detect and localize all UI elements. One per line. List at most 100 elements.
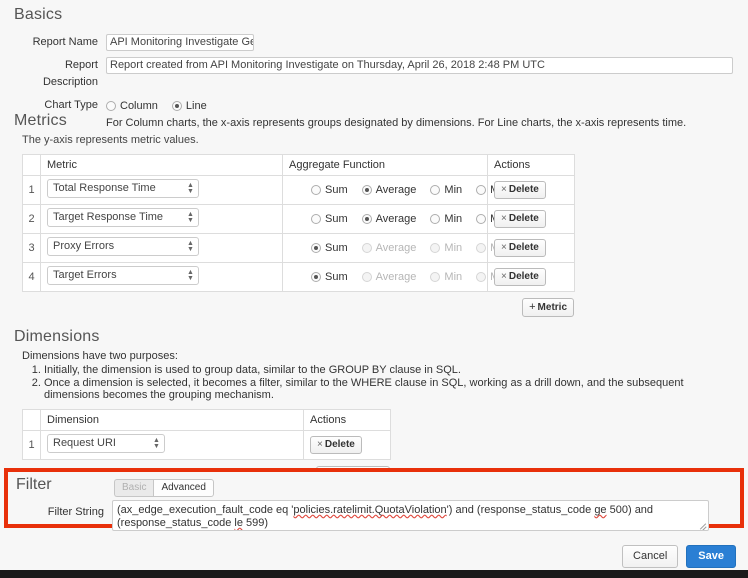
metric-select[interactable]: Total Response Time▲▼ (47, 179, 199, 198)
aggregate-label-average[interactable]: Average (376, 184, 417, 196)
report-name-row: Report Name API Monitoring Investigate G… (14, 34, 740, 51)
aggregate-label-sum[interactable]: Sum (325, 271, 348, 283)
aggregate-label-sum[interactable]: Sum (325, 242, 348, 254)
dimension-row-index: 1 (23, 431, 41, 460)
chevron-updown-icon: ▲▼ (187, 270, 194, 283)
filter-tab-advanced[interactable]: Advanced (153, 479, 213, 497)
metric-select-value: Target Response Time (53, 211, 163, 223)
filter-string-textarea[interactable]: (ax_edge_execution_fault_code eq 'polici… (112, 500, 709, 531)
metric-cell: Total Response Time▲▼ (41, 176, 283, 205)
metric-select[interactable]: Target Errors ▲▼ (47, 266, 199, 285)
aggregate-label-average: Average (376, 242, 417, 254)
metrics-header-row: Metric Aggregate Function Actions (23, 155, 575, 176)
metric-select-value: Target Errors (53, 269, 117, 281)
chevron-updown-icon: ▲▼ (187, 241, 194, 254)
chart-type-radio-line[interactable] (172, 101, 182, 111)
delete-metric-button[interactable]: ×Delete (494, 210, 546, 228)
actions-cell: ×Delete (488, 176, 575, 205)
add-metric-wrap: +Metric (14, 298, 574, 317)
chevron-updown-icon: ▲▼ (187, 212, 194, 225)
metric-row-index: 2 (23, 205, 41, 234)
aggregate-radio-max (476, 272, 486, 282)
delete-label: Delete (509, 213, 539, 224)
aggregate-radio-max[interactable] (476, 214, 486, 224)
dimension-select-value: Request URI (53, 437, 116, 449)
delete-dimension-button[interactable]: ×Delete (310, 436, 362, 454)
dimensions-col-actions: Actions (304, 410, 391, 431)
aggregate-label-sum[interactable]: Sum (325, 213, 348, 225)
table-row: 3Proxy Errors▲▼SumAverageMinMax×Delete (23, 234, 575, 263)
metrics-table: Metric Aggregate Function Actions 1Total… (22, 154, 575, 292)
dimensions-point: Once a dimension is selected, it becomes… (44, 377, 740, 401)
delete-metric-button[interactable]: ×Delete (494, 239, 546, 257)
filter-section: Filter Basic Advanced Filter String (ax_… (8, 472, 740, 524)
aggregate-radio-max (476, 243, 486, 253)
aggregate-radio-min[interactable] (430, 185, 440, 195)
metric-select[interactable]: Proxy Errors▲▼ (47, 237, 199, 256)
footer-actions: Cancel Save (622, 545, 736, 568)
metric-row-index: 4 (23, 263, 41, 292)
add-metric-button[interactable]: +Metric (522, 298, 574, 317)
dimension-cell: Request URI▲▼ (41, 431, 304, 460)
filter-string-label: Filter String (8, 500, 112, 520)
dimensions-points-list: Initially, the dimension is used to grou… (28, 364, 740, 401)
report-name-input[interactable]: API Monitoring Investigate Generat (106, 34, 254, 51)
delete-label: Delete (325, 439, 355, 450)
metric-cell: Target Errors ▲▼ (41, 263, 283, 292)
metric-select[interactable]: Target Response Time ▲▼ (47, 208, 199, 227)
delete-metric-button[interactable]: ×Delete (494, 181, 546, 199)
chart-type-label-column[interactable]: Column (120, 100, 158, 112)
report-description-label: Report Description (14, 57, 106, 91)
report-name-label: Report Name (14, 34, 106, 51)
filter-tab-basic[interactable]: Basic (114, 479, 153, 497)
filter-mode-tabs: Basic Advanced (114, 479, 214, 497)
dimension-select[interactable]: Request URI▲▼ (47, 434, 165, 453)
chart-type-radio-column[interactable] (106, 101, 116, 111)
filter-string-row: Filter String (ax_edge_execution_fault_c… (8, 500, 709, 531)
aggregate-radio-sum[interactable] (311, 272, 321, 282)
aggregate-label-min[interactable]: Min (444, 213, 462, 225)
aggregate-radio-sum[interactable] (311, 214, 321, 224)
table-row: 2Target Response Time▲▼SumAverageMinMax×… (23, 205, 575, 234)
report-editor-page: Basics Report Name API Monitoring Invest… (0, 0, 748, 578)
aggregate-radio-average (362, 243, 372, 253)
metrics-heading: Metrics (14, 112, 740, 130)
aggregate-label-average[interactable]: Average (376, 213, 417, 225)
aggregate-radio-sum[interactable] (311, 185, 321, 195)
aggregate-radio-average[interactable] (362, 214, 372, 224)
aggregate-radio-min[interactable] (430, 214, 440, 224)
filter-heading: Filter (16, 476, 52, 494)
dimensions-heading: Dimensions (14, 328, 740, 346)
dimensions-body: 1 Request URI▲▼ ×Delete (23, 431, 391, 460)
filter-token: ') and (response_status_code (447, 504, 595, 516)
aggregate-radio-group: SumAverageMinMax (311, 213, 481, 225)
delete-label: Delete (509, 271, 539, 282)
report-description-row: Report Description Report created from A… (14, 57, 740, 91)
aggregate-label-sum[interactable]: Sum (325, 184, 348, 196)
resize-grip-icon[interactable] (698, 520, 707, 529)
filter-token-misspelled: le (234, 517, 243, 529)
aggregate-label-average: Average (376, 271, 417, 283)
filter-token: 599) (243, 517, 268, 529)
close-icon: × (501, 242, 507, 253)
aggregate-radio-max[interactable] (476, 185, 486, 195)
cancel-button[interactable]: Cancel (622, 545, 678, 568)
add-metric-label: Metric (538, 302, 567, 313)
dimensions-point: Initially, the dimension is used to grou… (44, 364, 740, 376)
metrics-subtitle: The y-axis represents metric values. (22, 134, 740, 146)
aggregate-radio-sum[interactable] (311, 243, 321, 253)
filter-section-highlight: Filter Basic Advanced Filter String (ax_… (4, 468, 744, 528)
save-button[interactable]: Save (686, 545, 736, 568)
dimensions-col-dimension: Dimension (41, 410, 304, 431)
dimensions-table: Dimension Actions 1 Request URI▲▼ ×Delete (22, 409, 391, 460)
metrics-col-actions: Actions (488, 155, 575, 176)
delete-metric-button[interactable]: ×Delete (494, 268, 546, 286)
report-description-input[interactable]: Report created from API Monitoring Inves… (106, 57, 733, 74)
actions-cell: ×Delete (488, 263, 575, 292)
chevron-updown-icon: ▲▼ (187, 183, 194, 196)
aggregate-radio-min (430, 272, 440, 282)
aggregate-radio-average[interactable] (362, 185, 372, 195)
chart-type-label-line[interactable]: Line (186, 100, 207, 112)
aggregate-label-min[interactable]: Min (444, 184, 462, 196)
plus-icon: + (529, 301, 535, 313)
